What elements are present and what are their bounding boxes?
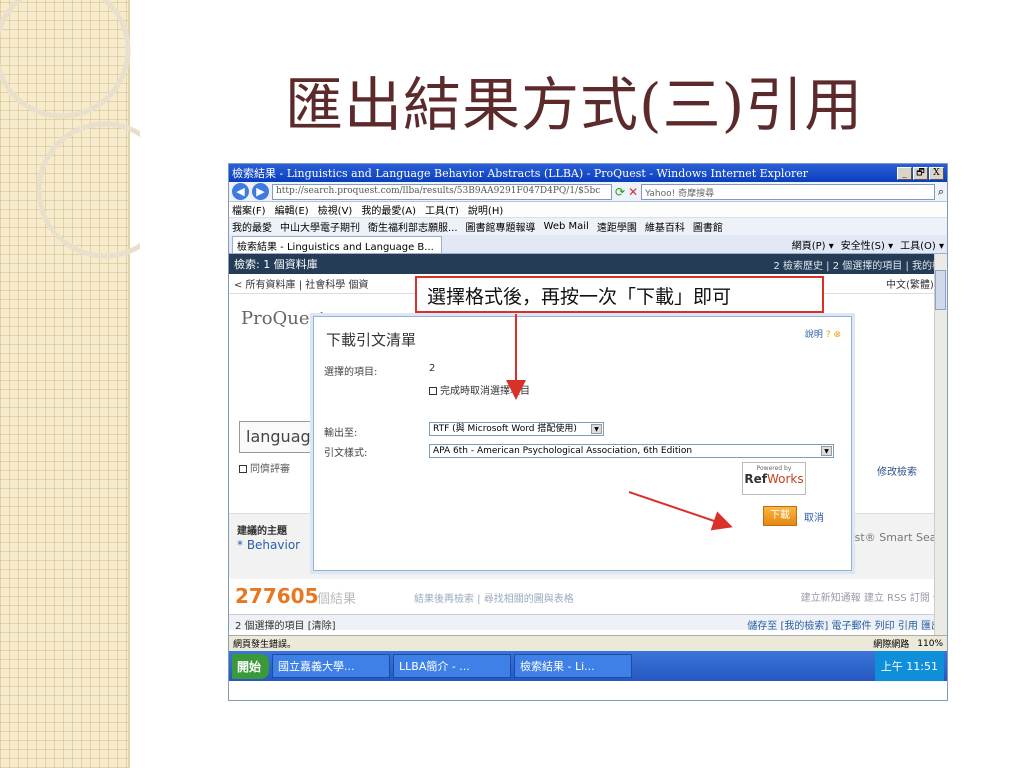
status-bar: 網頁發生錯誤。 網際網路 110%	[229, 635, 947, 651]
close-icon[interactable]: ⊗	[833, 330, 841, 340]
modify-search-link[interactable]: 修改檢索	[877, 463, 917, 478]
address-bar: ◀ ▶ http://search.proquest.com/llba/resu…	[229, 182, 947, 202]
favorites-item[interactable]: 圖書館	[693, 219, 723, 234]
slide-title: 匯出結果方式(三)引用	[285, 71, 864, 139]
suggested-topics-title: 建議的主題	[237, 526, 287, 537]
help-label: 說明	[804, 330, 823, 340]
taskbar-item[interactable]: 國立嘉義大學...	[272, 654, 391, 678]
proquest-topbar: 檢索: 1 個資料庫 2 檢索歷史 | 2 個選擇的項目 | 我的檢	[229, 254, 947, 274]
refworks-logo: Powered by RefWorks	[742, 462, 806, 495]
tools-menu[interactable]: 工具(O) ▾	[900, 237, 944, 252]
smart-search-label: est® Smart Sear	[847, 531, 941, 544]
tab-search-results[interactable]: 檢索結果 - Linguistics and Language B...	[232, 235, 442, 253]
menu-tools[interactable]: 工具(T)	[425, 202, 459, 217]
favorites-item[interactable]: 中山大學電子期刊	[280, 219, 360, 234]
tab-bar: 檢索結果 - Linguistics and Language B... 網頁(…	[229, 235, 947, 254]
favorites-bar: 我的最愛 中山大學電子期刊 衛生福利部志願服... 圖書館專題報導 Web Ma…	[229, 217, 947, 235]
vertical-scrollbar[interactable]	[934, 254, 947, 635]
search-input[interactable]: Yahoo! 奇摩搜尋	[641, 183, 935, 200]
menu-favorites[interactable]: 我的最愛(A)	[361, 202, 416, 217]
stop-icon[interactable]: ✕	[628, 185, 638, 199]
database-search-link[interactable]: 檢索: 1 個資料庫	[234, 256, 318, 272]
favorites-item[interactable]: Web Mail	[544, 221, 589, 232]
alert-links[interactable]: 建立新知通報 建立 RSS 訂閱 儲	[801, 589, 943, 604]
output-format-value: RTF (與 Microsoft Word 搭配使用)	[433, 424, 577, 434]
scroll-thumb[interactable]	[935, 270, 946, 310]
zoom-level[interactable]: 110%	[917, 639, 943, 649]
selected-items-label: 選擇的項目:	[324, 367, 378, 378]
favorites-item[interactable]: 我的最愛	[232, 219, 272, 234]
clear-selection-label: 完成時取消選擇項目	[440, 386, 530, 397]
browser-screenshot: 檢索結果 - Linguistics and Language Behavior…	[228, 163, 948, 701]
clear-selection-checkbox[interactable]: 完成時取消選擇項目	[429, 382, 530, 397]
citation-style-select[interactable]: APA 6th - American Psychological Associa…	[429, 444, 834, 458]
checkbox-icon[interactable]	[239, 465, 247, 473]
start-button[interactable]: 開始	[232, 653, 270, 679]
menu-file[interactable]: 檔案(F)	[232, 202, 266, 217]
peer-review-checkbox[interactable]: 同儕評審	[239, 460, 290, 475]
safety-menu[interactable]: 安全性(S) ▾	[841, 237, 893, 252]
refine-links[interactable]: 結果後再檢索 | 尋找相關的圖與表格	[414, 590, 574, 605]
menu-edit[interactable]: 編輯(E)	[275, 202, 309, 217]
dropdown-arrow-icon[interactable]: ▼	[591, 424, 602, 434]
refresh-icon[interactable]: ⟳	[615, 185, 625, 199]
selected-items-bar: 2 個選擇的項目 [清除] 儲存至 [我的檢索] 電子郵件 列印 引用 匯出	[229, 614, 947, 632]
refworks-ref: Ref	[744, 472, 767, 486]
download-citations-dialog: 下載引文清單 說明 ? ⊗ 選擇的項目: 2 完成時取消選擇項目 輸出至: RT…	[313, 316, 852, 571]
refworks-works: Works	[766, 472, 804, 486]
peer-review-label: 同儕評審	[250, 464, 290, 475]
instruction-callout: 選擇格式後，再按一次「下載」即可	[415, 276, 824, 313]
result-count: 277605	[235, 584, 319, 608]
help-icon[interactable]: ?	[826, 330, 831, 340]
refworks-name: RefWorks	[743, 472, 805, 486]
suggested-topic-link[interactable]: * Behavior	[237, 538, 300, 552]
help-link[interactable]: 說明 ? ⊗	[805, 327, 841, 340]
system-tray: 上午 11:51	[874, 651, 944, 681]
forward-icon[interactable]: ▶	[252, 183, 269, 200]
clock: 上午 11:51	[880, 660, 938, 673]
taskbar: 開始 國立嘉義大學... LLBA簡介 - ... 檢索結果 - Li... 上…	[229, 651, 947, 681]
close-button[interactable]: X	[929, 166, 944, 180]
decorative-circles	[0, 0, 140, 259]
url-field[interactable]: http://search.proquest.com/llba/results/…	[272, 183, 612, 200]
internet-zone: 網際網路	[873, 640, 910, 650]
page-menu[interactable]: 網頁(P) ▾	[792, 237, 834, 252]
citation-style-value: APA 6th - American Psychological Associa…	[433, 446, 693, 456]
taskbar-item[interactable]: 檢索結果 - Li...	[514, 654, 633, 678]
taskbar-item[interactable]: LLBA簡介 - ...	[393, 654, 512, 678]
favorites-item[interactable]: 遠距學園	[597, 219, 637, 234]
status-text: 網頁發生錯誤。	[233, 640, 297, 650]
menu-help[interactable]: 說明(H)	[468, 202, 503, 217]
checkbox-icon[interactable]	[429, 387, 437, 395]
cancel-link[interactable]: 取消	[804, 509, 824, 524]
favorites-item[interactable]: 圖書館專題報導	[466, 219, 536, 234]
favorites-item[interactable]: 維基百科	[645, 219, 685, 234]
database-links[interactable]: < 所有資料庫 | 社會科學 個資	[234, 276, 368, 291]
citation-style-label: 引文樣式:	[324, 448, 368, 459]
back-icon[interactable]: ◀	[232, 183, 249, 200]
menu-bar: 檔案(F) 編輯(E) 檢視(V) 我的最愛(A) 工具(T) 說明(H)	[229, 202, 947, 217]
powered-by-label: Powered by	[756, 465, 792, 472]
window-titlebar: 檢索結果 - Linguistics and Language Behavior…	[229, 164, 947, 182]
restore-button[interactable]: 🗗	[913, 166, 928, 180]
favorites-item[interactable]: 衛生福利部志願服...	[368, 219, 458, 234]
output-label: 輸出至:	[324, 428, 358, 439]
export-actions[interactable]: 儲存至 [我的檢索] 電子郵件 列印 引用 匯出	[747, 617, 941, 632]
selected-items-count: 2	[429, 363, 436, 374]
output-format-select[interactable]: RTF (與 Microsoft Word 搭配使用) ▼	[429, 422, 604, 436]
search-icon[interactable]: ⌕	[938, 185, 944, 199]
dropdown-arrow-icon[interactable]: ▼	[821, 446, 832, 456]
dialog-title: 下載引文清單	[326, 331, 417, 349]
download-button[interactable]: 下載	[763, 506, 797, 526]
topbar-right-links[interactable]: 2 檢索歷史 | 2 個選擇的項目 | 我的檢	[773, 257, 942, 272]
menu-view[interactable]: 檢視(V)	[318, 202, 353, 217]
result-suffix: 個結果	[317, 592, 357, 607]
selected-items-link[interactable]: 2 個選擇的項目 [清除]	[235, 617, 336, 632]
window-title: 檢索結果 - Linguistics and Language Behavior…	[232, 167, 809, 180]
minimize-button[interactable]: _	[897, 166, 912, 180]
